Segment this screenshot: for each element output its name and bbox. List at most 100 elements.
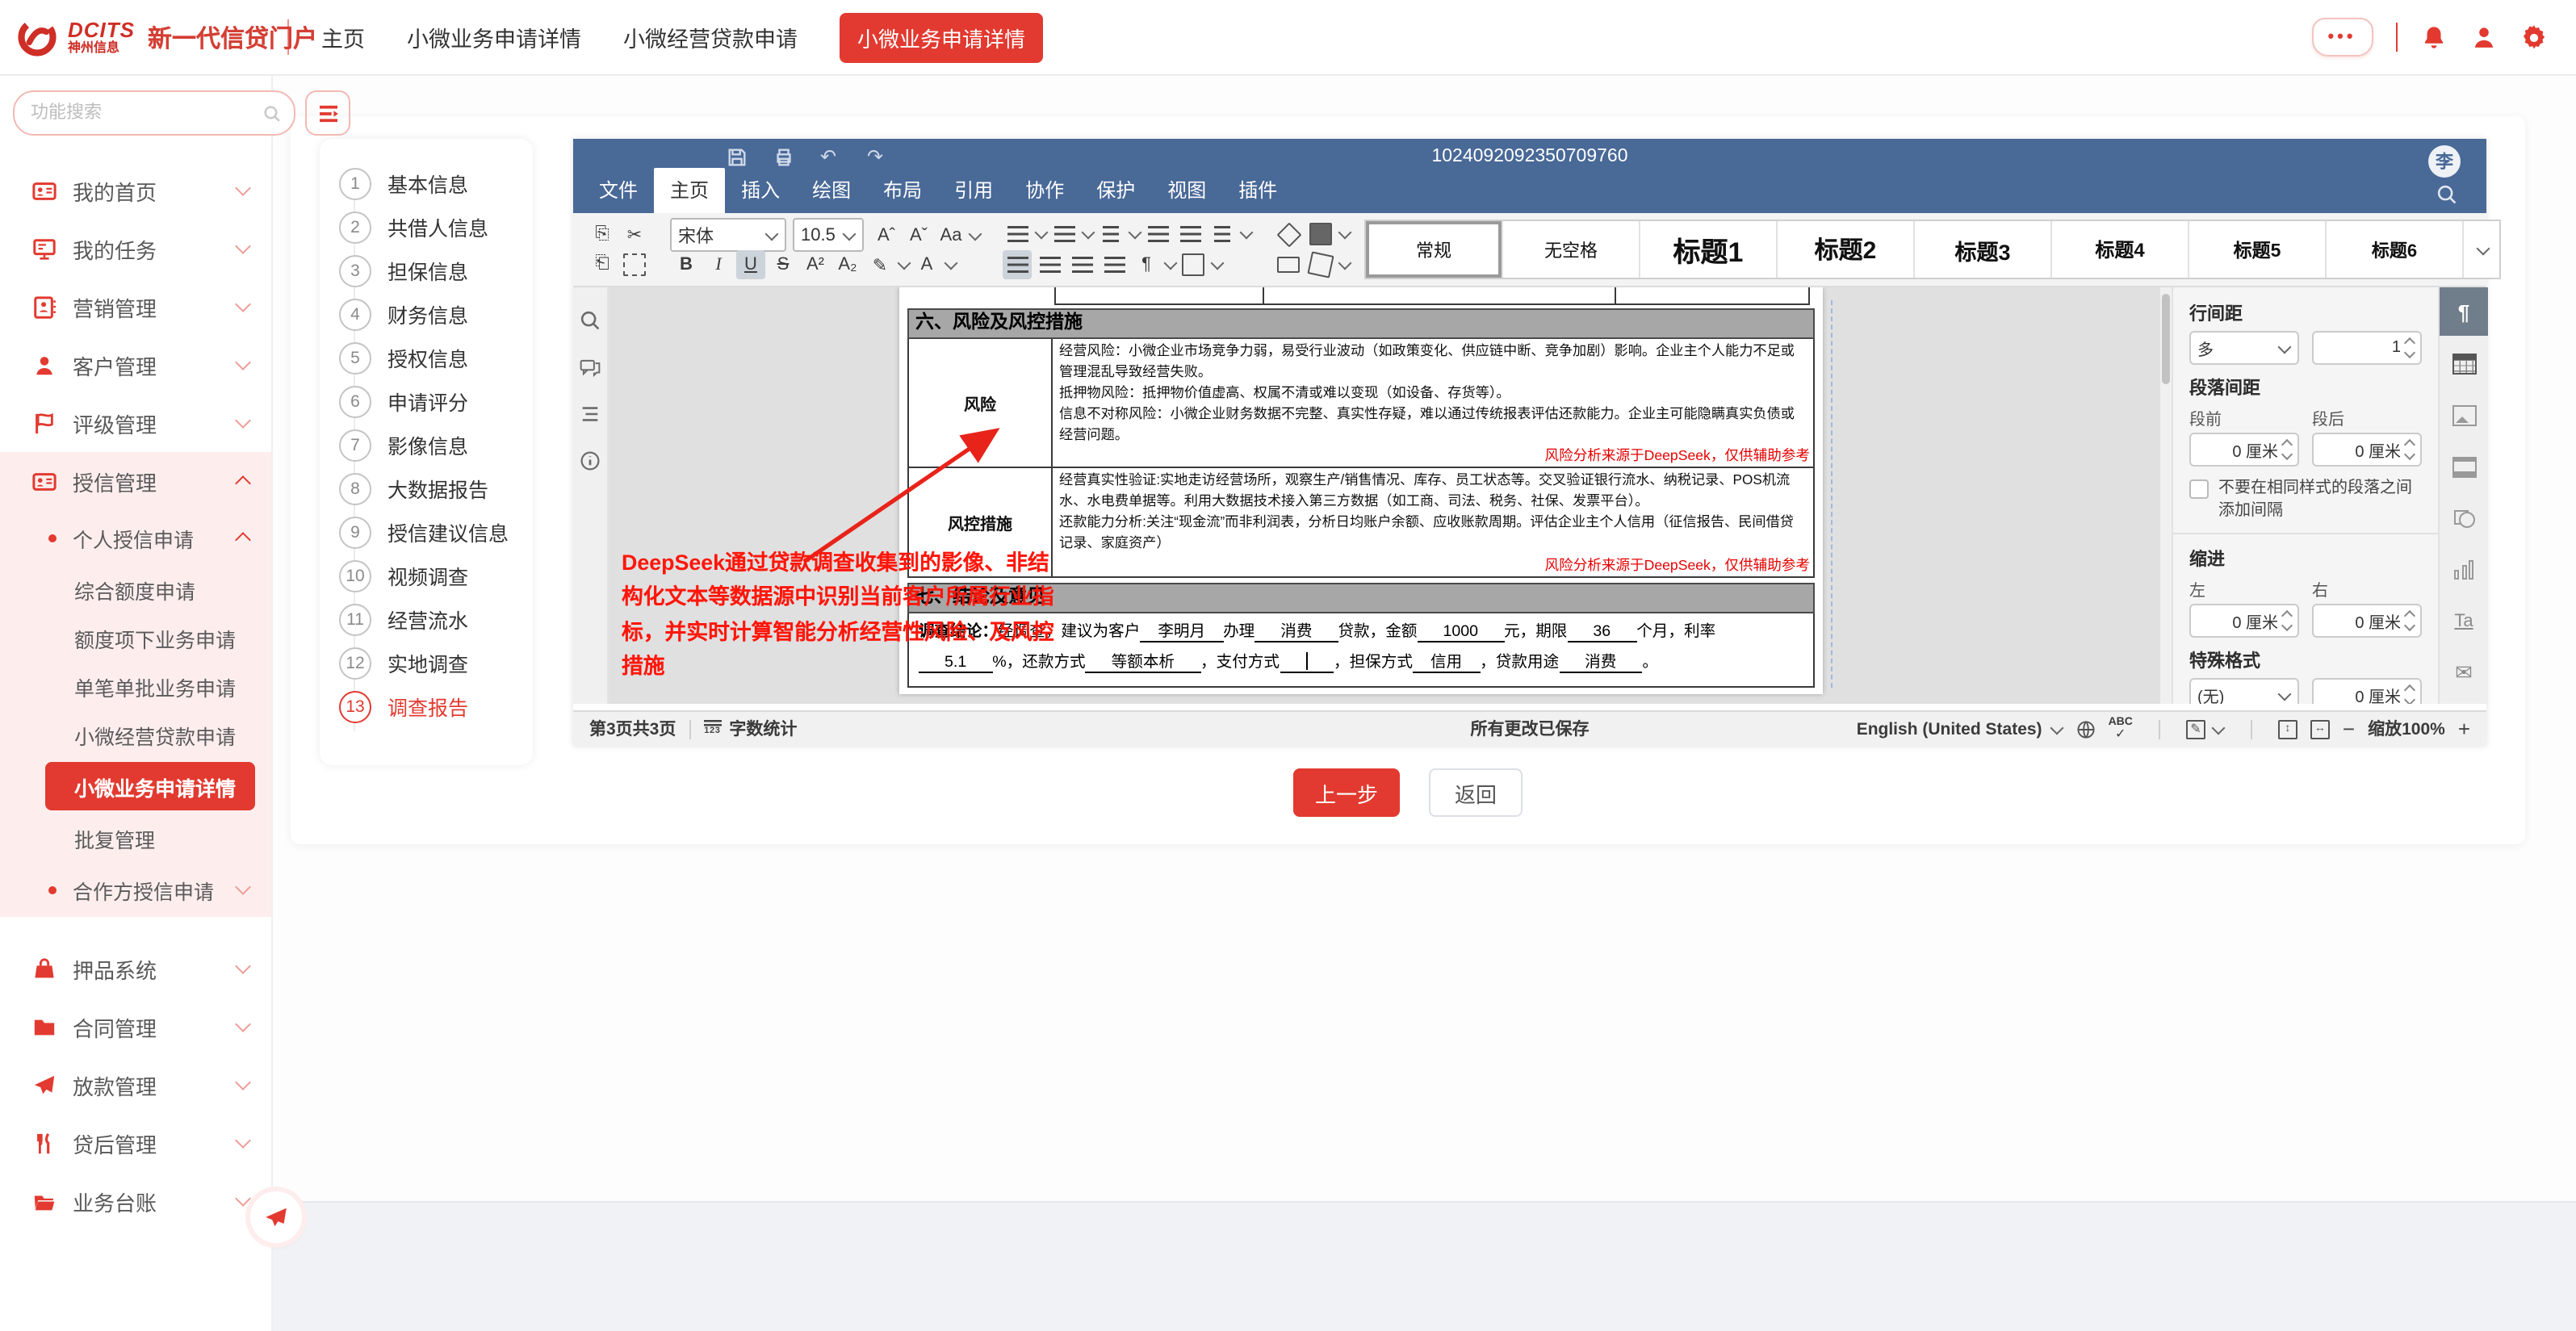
find-icon[interactable] — [580, 310, 601, 331]
step-item-9[interactable]: 9授信建议信息 — [339, 510, 533, 554]
sidebar-item-credit[interactable]: 授信管理 — [0, 452, 271, 510]
editor-search-icon[interactable] — [2436, 184, 2457, 205]
textart-panel-icon[interactable]: Ta — [2440, 597, 2488, 646]
font-name-select[interactable]: 宋体 — [670, 218, 786, 252]
paragraph-panel-icon[interactable]: ¶ — [2440, 287, 2488, 336]
sidebar-item-bottom-3[interactable]: 贷后管理 — [0, 1114, 271, 1172]
zoom-in-icon[interactable]: + — [2458, 717, 2470, 741]
style-1[interactable]: 无空格 — [1503, 221, 1640, 278]
sidebar-item-bottom-1[interactable]: 合同管理 — [0, 998, 271, 1056]
step-item-12[interactable]: 12实地调查 — [339, 641, 533, 684]
style-6[interactable]: 标题5 — [2189, 221, 2327, 278]
stepper-icon[interactable] — [2406, 339, 2414, 357]
sidebar-item-1[interactable]: 我的任务 — [0, 220, 271, 278]
function-search-input[interactable] — [27, 102, 263, 124]
bullet-list-icon[interactable] — [1003, 220, 1032, 249]
sidebar-subgroup-1[interactable]: 合作方授信申请 — [0, 862, 271, 917]
zoom-level[interactable]: 缩放100% — [2368, 717, 2445, 741]
decrease-indent-icon[interactable] — [1143, 220, 1172, 249]
format-painter-icon[interactable] — [1274, 250, 1303, 279]
floating-feedback-button[interactable] — [250, 1191, 302, 1243]
globe-icon[interactable] — [2076, 719, 2096, 739]
spacing-after-input[interactable]: 0 厘米 — [2312, 433, 2422, 467]
step-item-13[interactable]: 13调查报告 — [339, 684, 533, 728]
sidebar-subgroup-0[interactable]: 个人授信申请 — [0, 510, 271, 565]
step-item-7[interactable]: 7影像信息 — [339, 423, 533, 467]
stepper-icon[interactable] — [2406, 441, 2414, 458]
mailmerge-panel-icon[interactable]: ✉ — [2440, 649, 2488, 697]
table-panel-icon[interactable] — [2440, 339, 2488, 387]
change-case-icon[interactable]: Aa — [936, 220, 965, 249]
back-button[interactable]: 返回 — [1429, 768, 1523, 817]
zoom-out-icon[interactable]: − — [2343, 717, 2355, 741]
paste-icon[interactable]: ⎗ — [588, 250, 617, 279]
style-2[interactable]: 标题1 — [1640, 221, 1778, 278]
step-item-3[interactable]: 3担保信息 — [339, 249, 533, 292]
spacing-before-input[interactable]: 0 厘米 — [2189, 433, 2299, 467]
clear-format-icon[interactable] — [1274, 220, 1303, 249]
special-format-select[interactable]: (无) — [2189, 678, 2299, 704]
insert-shape-icon[interactable] — [1306, 250, 1335, 279]
function-search-box[interactable] — [13, 90, 295, 136]
editor-menu-6[interactable]: 协作 — [1009, 168, 1080, 213]
style-7[interactable]: 标题6 — [2327, 221, 2464, 278]
fit-width-icon[interactable]: ↔ — [2310, 719, 2330, 739]
indent-right-input[interactable]: 0 厘米 — [2312, 604, 2422, 638]
step-item-10[interactable]: 10视频调查 — [339, 554, 533, 597]
font-size-select[interactable]: 10.5 — [793, 218, 864, 252]
multilevel-list-icon[interactable] — [1096, 220, 1125, 249]
copy-icon[interactable]: ⎘ — [588, 220, 617, 249]
step-item-6[interactable]: 6申请评分 — [339, 379, 533, 423]
comments-icon[interactable] — [580, 357, 601, 378]
stepper-icon[interactable] — [2283, 441, 2291, 458]
editor-menu-7[interactable]: 保护 — [1080, 168, 1151, 213]
language-select[interactable]: English (United States) — [1857, 719, 2063, 739]
info-icon[interactable] — [580, 450, 601, 471]
top-tab-1[interactable]: 小微业务申请详情 — [407, 21, 581, 53]
previous-step-button[interactable]: 上一步 — [1293, 768, 1400, 817]
sidebar-item-4[interactable]: 评级管理 — [0, 394, 271, 452]
grow-font-icon[interactable]: Aˆ — [872, 220, 901, 249]
sidebar-item-bottom-2[interactable]: 放款管理 — [0, 1056, 271, 1114]
spellcheck-icon[interactable]: ABC✓ — [2109, 717, 2133, 741]
editor-menu-4[interactable]: 布局 — [867, 168, 938, 213]
step-item-1[interactable]: 1基本信息 — [339, 161, 533, 205]
checkbox-icon[interactable] — [2189, 479, 2209, 499]
editor-menu-8[interactable]: 视图 — [1151, 168, 1222, 213]
italic-icon[interactable]: I — [704, 250, 733, 279]
styles-more-button[interactable] — [2464, 221, 2499, 278]
strikethrough-icon[interactable]: S — [769, 250, 798, 279]
indent-left-input[interactable]: 0 厘米 — [2189, 604, 2299, 638]
editor-menu-3[interactable]: 绘图 — [796, 168, 867, 213]
line-spacing-icon[interactable] — [1208, 220, 1237, 249]
style-5[interactable]: 标题4 — [2052, 221, 2189, 278]
sidebar-subitem-0-5[interactable]: 批复管理 — [0, 814, 271, 862]
editor-avatar[interactable]: 李 — [2428, 145, 2461, 178]
step-item-5[interactable]: 5授权信息 — [339, 336, 533, 379]
sidebar-collapse-button[interactable] — [305, 90, 350, 136]
sidebar-item-bottom-0[interactable]: 押品系统 — [0, 940, 271, 998]
underline-icon[interactable]: U — [736, 250, 765, 279]
editor-menu-9[interactable]: 插件 — [1222, 168, 1293, 213]
special-amount-input[interactable]: 0 厘米 — [2312, 678, 2422, 704]
gear-icon[interactable] — [2519, 23, 2547, 51]
navigation-icon[interactable] — [580, 404, 601, 425]
sidebar-item-3[interactable]: 客户管理 — [0, 336, 271, 394]
fit-page-icon[interactable]: ↕ — [2278, 719, 2297, 739]
top-tab-0[interactable]: 主页 — [321, 21, 365, 53]
subscript-icon[interactable]: A₂ — [833, 250, 862, 279]
sidebar-item-2[interactable]: 营销管理 — [0, 278, 271, 336]
step-item-2[interactable]: 2共借人信息 — [339, 205, 533, 249]
bold-icon[interactable]: B — [672, 250, 701, 279]
editor-menu-1[interactable]: 主页 — [654, 168, 725, 213]
stepper-icon[interactable] — [2406, 686, 2414, 704]
word-count-label[interactable]: 字数统计 — [729, 717, 797, 741]
increase-indent-icon[interactable] — [1175, 220, 1204, 249]
sidebar-subitem-0-0[interactable]: 综合额度申请 — [0, 565, 271, 613]
sidebar-subitem-0-2[interactable]: 单笔单批业务申请 — [0, 662, 271, 710]
align-right-icon[interactable] — [1067, 250, 1096, 279]
editor-menu-2[interactable]: 插入 — [725, 168, 796, 213]
scrollbar-thumb[interactable] — [2162, 294, 2170, 384]
sidebar-subitem-0-1[interactable]: 额度项下业务申请 — [0, 613, 271, 662]
document-canvas[interactable]: 六、风险及风控措施 风险 经营风险：小微企业市场竞争力弱，易受行业波动（如政策变… — [573, 287, 2159, 704]
